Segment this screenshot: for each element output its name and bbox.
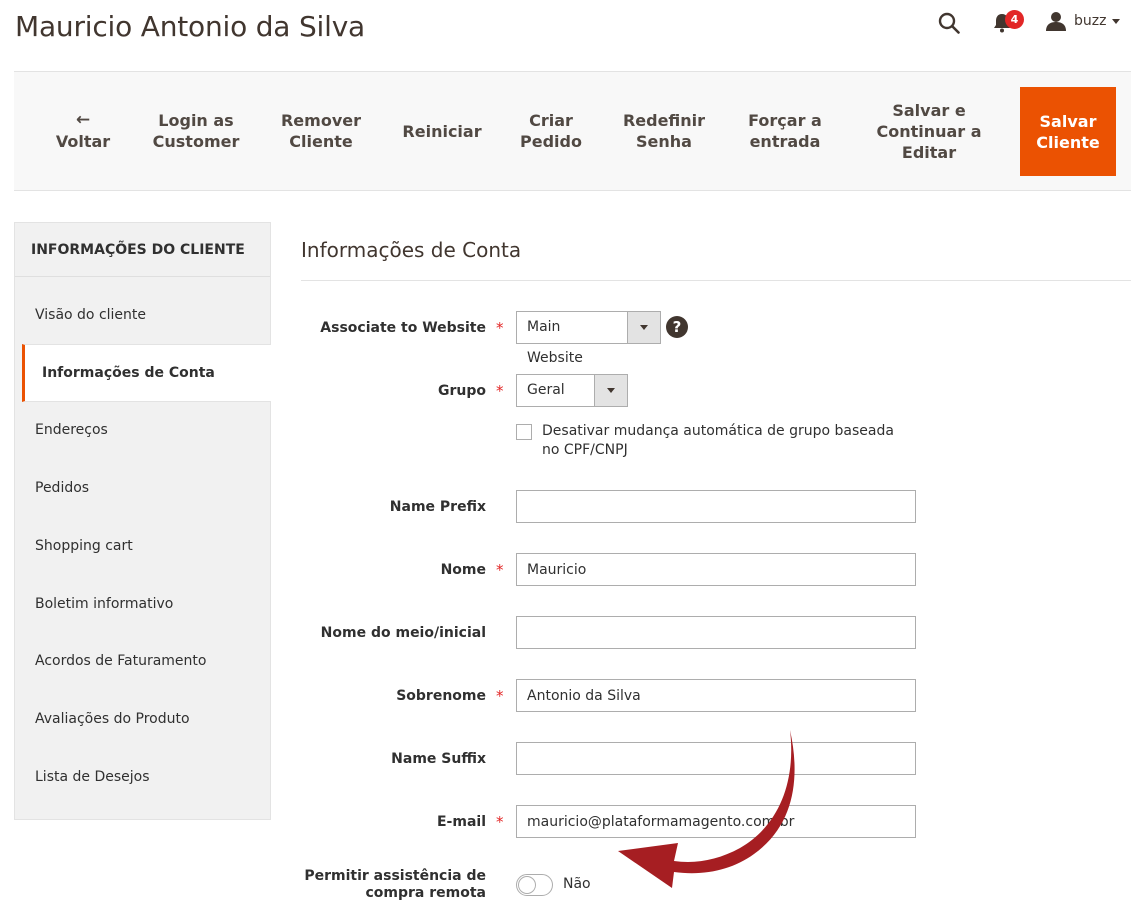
required-mark: *	[496, 561, 504, 579]
required-mark: *	[496, 382, 504, 400]
sidebar-item-account-information[interactable]: Informações de Conta	[22, 344, 271, 402]
remote-assistance-value: Não	[563, 876, 591, 892]
last-name-input[interactable]	[516, 679, 916, 712]
first-name-label: Nome	[440, 562, 486, 578]
page-actions-toolbar: ← Voltar Login as Customer Remover Clien…	[14, 71, 1131, 191]
last-name-label: Sobrenome	[396, 688, 486, 704]
email-field[interactable]	[516, 805, 916, 838]
sidebar-item-billing-agreements[interactable]: Acordos de Faturamento	[15, 632, 270, 690]
search-icon[interactable]	[938, 12, 960, 34]
name-suffix-label: Name Suffix	[391, 751, 486, 767]
reset-password-button[interactable]: Redefinir Senha	[618, 72, 710, 190]
create-order-button[interactable]: Criar Pedido	[516, 72, 586, 190]
notification-count-badge[interactable]: 4	[1005, 10, 1024, 29]
name-suffix-input[interactable]	[516, 742, 916, 775]
sidebar-item-newsletter[interactable]: Boletim informativo	[15, 575, 270, 633]
force-login-button[interactable]: Forçar a entrada	[744, 72, 826, 190]
reset-button[interactable]: Reiniciar	[402, 72, 482, 190]
required-mark: *	[496, 687, 504, 705]
sidebar-item-orders[interactable]: Pedidos	[15, 459, 270, 517]
save-customer-button[interactable]: Salvar Cliente	[1020, 87, 1116, 176]
user-menu[interactable]: buzz	[1046, 11, 1121, 31]
sidebar-item-product-reviews[interactable]: Avaliações do Produto	[15, 690, 270, 748]
website-label: Associate to Website	[320, 320, 486, 336]
group-select[interactable]: Geral	[516, 374, 628, 407]
sidebar-item-shopping-cart[interactable]: Shopping cart	[15, 517, 270, 575]
required-mark: *	[496, 813, 504, 831]
sidebar-title: INFORMAÇÕES DO CLIENTE	[15, 223, 270, 277]
arrow-left-icon: ←	[75, 109, 91, 130]
user-icon	[1046, 12, 1066, 31]
group-label: Grupo	[437, 383, 486, 399]
chevron-down-icon	[594, 375, 627, 406]
help-icon[interactable]: ?	[666, 316, 688, 338]
remote-assistance-label: Permitir assistência de compra remota	[304, 868, 486, 901]
group-select-value: Geral	[527, 382, 565, 398]
middle-name-input[interactable]	[516, 616, 916, 649]
middle-name-label: Nome do meio/inicial	[320, 625, 486, 641]
sidebar-item-wishlist[interactable]: Lista de Desejos	[15, 748, 270, 806]
sidebar-item-addresses[interactable]: Endereços	[15, 401, 270, 459]
remove-customer-button[interactable]: Remover Cliente	[276, 72, 366, 190]
disable-auto-group-checkbox[interactable]	[516, 424, 532, 440]
email-label: E-mail	[436, 814, 486, 830]
required-mark: *	[496, 319, 504, 337]
page-title: Mauricio Antonio da Silva	[15, 10, 366, 43]
remote-assistance-toggle[interactable]	[516, 874, 553, 896]
name-prefix-label: Name Prefix	[389, 499, 486, 515]
login-as-customer-button[interactable]: Login as Customer	[146, 72, 246, 190]
first-name-input[interactable]	[516, 553, 916, 586]
website-select-value: Main Website	[527, 319, 583, 366]
username: buzz	[1074, 13, 1107, 29]
toggle-knob	[518, 876, 536, 894]
section-title: Informações de Conta	[301, 238, 522, 262]
back-button[interactable]: ← Voltar	[54, 72, 112, 190]
chevron-down-icon	[627, 312, 660, 343]
name-prefix-input[interactable]	[516, 490, 916, 523]
chevron-down-icon	[1112, 18, 1121, 24]
sidebar-item-customer-view[interactable]: Visão do cliente	[15, 286, 270, 344]
disable-auto-group-label: Desativar mudança automática de grupo ba…	[542, 423, 894, 458]
customer-info-sidebar: INFORMAÇÕES DO CLIENTE Visão do cliente …	[14, 222, 271, 820]
save-and-continue-button[interactable]: Salvar e Continuar a Editar	[874, 72, 984, 190]
website-select[interactable]: Main Website	[516, 311, 661, 366]
section-divider	[301, 280, 1131, 281]
